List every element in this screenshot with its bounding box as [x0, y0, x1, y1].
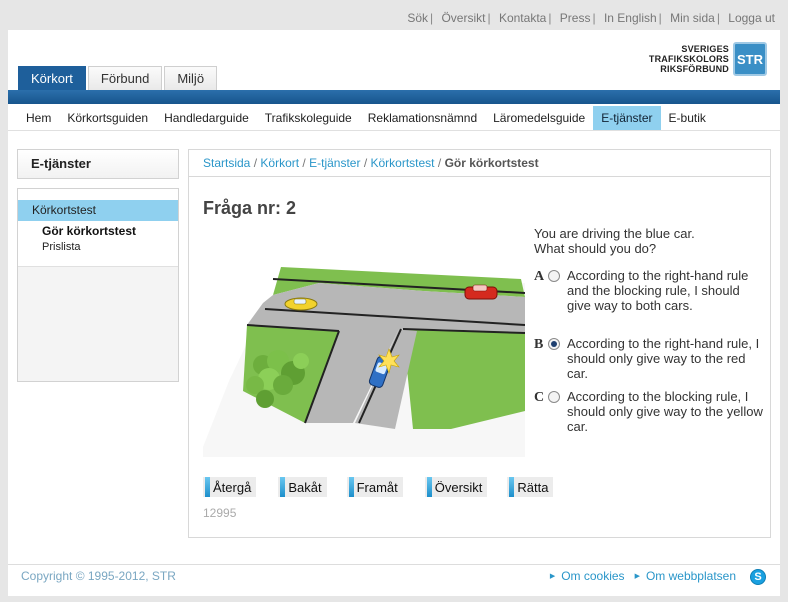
breadcrumb-startsida[interactable]: Startsida [203, 156, 250, 170]
breadcrumb-separator: / [253, 156, 258, 170]
answer-option-b[interactable]: B According to the right-hand rule, I sh… [534, 336, 766, 381]
question-prompt-line-2: What should you do? [534, 241, 657, 256]
breadcrumb-separator: / [363, 156, 368, 170]
nav-item-hem[interactable]: Hem [18, 106, 59, 130]
question-id: 12995 [203, 506, 237, 520]
answer-letter: B [534, 337, 544, 352]
yellow-car-icon [284, 297, 318, 311]
nav-item-handledarguide[interactable]: Handledarguide [156, 106, 257, 130]
nav-item-trafikskoleguide[interactable]: Trafikskoleguide [257, 106, 360, 130]
nav-item-e-tjanster[interactable]: E-tjänster [593, 106, 661, 130]
top-link-separator: | [592, 11, 596, 25]
answer-text: According to the right-hand rule and the… [567, 268, 749, 313]
triangle-right-icon: ▶ [634, 573, 640, 580]
sidebar-list: Körkortstest Gör körkortstest Prislista [18, 189, 178, 267]
nav-item-laromedelsguide[interactable]: Läromedelsguide [485, 106, 593, 130]
top-link-contact[interactable]: Kontakta [499, 11, 546, 25]
red-car-icon [464, 284, 498, 300]
logo-line-3: RIKSFÖRBUND [660, 64, 729, 74]
tab-forbund[interactable]: Förbund [87, 66, 163, 90]
top-link-my-page[interactable]: Min sida [670, 11, 715, 25]
previous-button[interactable]: Bakåt [278, 477, 327, 497]
top-link-search[interactable]: Sök [407, 11, 428, 25]
footer-divider [8, 564, 780, 565]
question-prompt-line-1: You are driving the blue car. [534, 226, 695, 241]
breadcrumb-e-tjanster[interactable]: E-tjänster [309, 156, 360, 170]
answer-c-radio[interactable] [548, 391, 560, 403]
sidebar-item-korkortstest[interactable]: Körkortstest [18, 200, 178, 221]
str-logo[interactable]: SVERIGES TRAFIKSKOLORS RIKSFÖRBUND STR [649, 41, 767, 77]
top-tabs: Körkort Förbund Miljö [18, 66, 219, 90]
breadcrumb-separator: / [302, 156, 306, 170]
answer-option-a[interactable]: A According to the right-hand rule and t… [534, 268, 766, 313]
answer-letter: C [534, 390, 545, 405]
top-link-logout[interactable]: Logga ut [728, 11, 775, 25]
logo-text: SVERIGES TRAFIKSKOLORS RIKSFÖRBUND [649, 44, 729, 74]
content-panel: Startsida / Körkort / E-tjänster / Körko… [188, 149, 771, 538]
answer-option-c[interactable]: C According to the blocking rule, I shou… [534, 389, 766, 434]
top-link-separator: | [658, 11, 662, 25]
footer-link-label: Om webbplatsen [645, 569, 736, 583]
tab-miljo[interactable]: Miljö [164, 66, 218, 90]
sidebar-menu: Körkortstest Gör körkortstest Prislista [17, 188, 179, 382]
breadcrumb-korkortstest[interactable]: Körkortstest [371, 156, 435, 170]
nav-item-e-butik[interactable]: E-butik [661, 106, 714, 130]
brand-bar [8, 90, 780, 104]
sidebar-item-prislista[interactable]: Prislista [18, 238, 178, 253]
top-link-overview[interactable]: Översikt [441, 11, 485, 25]
tab-korkort[interactable]: Körkort [18, 66, 86, 90]
grade-button[interactable]: Rätta [507, 477, 554, 497]
logo-line-1: SVERIGES [681, 44, 729, 54]
overview-button[interactable]: Översikt [424, 477, 488, 497]
traffic-scene-illustration [203, 267, 525, 457]
next-button[interactable]: Framåt [346, 477, 403, 497]
answer-text: According to the right-hand rule, I shou… [567, 336, 760, 381]
back-to-start-button[interactable]: Återgå [203, 477, 257, 497]
question-prompt: You are driving the blue car. What shoul… [534, 226, 764, 256]
main-nav: Hem Körkortsguiden Handledarguide Trafik… [8, 104, 780, 131]
sidebar-title: E-tjänster [17, 149, 179, 179]
question-title: Fråga nr: 2 [203, 198, 297, 218]
top-link-separator: | [487, 11, 491, 25]
footer-link-cookies[interactable]: ▶ Om cookies [550, 569, 625, 583]
top-link-separator: | [430, 11, 434, 25]
logo-line-2: TRAFIKSKOLORS [648, 54, 729, 64]
skype-icon[interactable]: S [750, 569, 766, 585]
nav-item-korkortsguiden[interactable]: Körkortsguiden [59, 106, 156, 130]
breadcrumb-korkort[interactable]: Körkort [260, 156, 299, 170]
str-badge-icon: STR [733, 42, 767, 76]
footer-links: ▶ Om cookies ▶ Om webbplatsen [540, 569, 736, 583]
copyright-text: Copyright © 1995-2012, STR [21, 569, 176, 583]
breadcrumb: Startsida / Körkort / E-tjänster / Körko… [189, 150, 770, 177]
breadcrumb-separator: / [437, 156, 442, 170]
answer-text: According to the blocking rule, I should… [567, 389, 763, 434]
breadcrumb-current: Gör körkortstest [444, 156, 539, 170]
top-link-english[interactable]: In English [604, 11, 657, 25]
nav-item-reklamationsnamnd[interactable]: Reklamationsnämnd [360, 106, 485, 130]
page-frame: SVERIGES TRAFIKSKOLORS RIKSFÖRBUND STR K… [8, 30, 780, 596]
top-link-separator: | [548, 11, 552, 25]
answer-letter: A [534, 269, 545, 284]
top-links: Sök | Översikt | Kontakta | Press | In Engli… [407, 11, 775, 25]
top-link-separator: | [716, 11, 720, 25]
footer-link-about[interactable]: ▶ Om webbplatsen [635, 569, 736, 583]
sidebar-item-gor-korkortstest[interactable]: Gör körkortstest [18, 221, 178, 238]
answer-b-radio[interactable] [548, 338, 560, 350]
footer-link-label: Om cookies [561, 569, 625, 583]
question-buttons: Återgå Bakåt Framåt Översikt Rätta [203, 477, 554, 497]
triangle-right-icon: ▶ [549, 573, 556, 580]
top-link-press[interactable]: Press [560, 11, 591, 25]
answer-a-radio[interactable] [548, 270, 560, 282]
